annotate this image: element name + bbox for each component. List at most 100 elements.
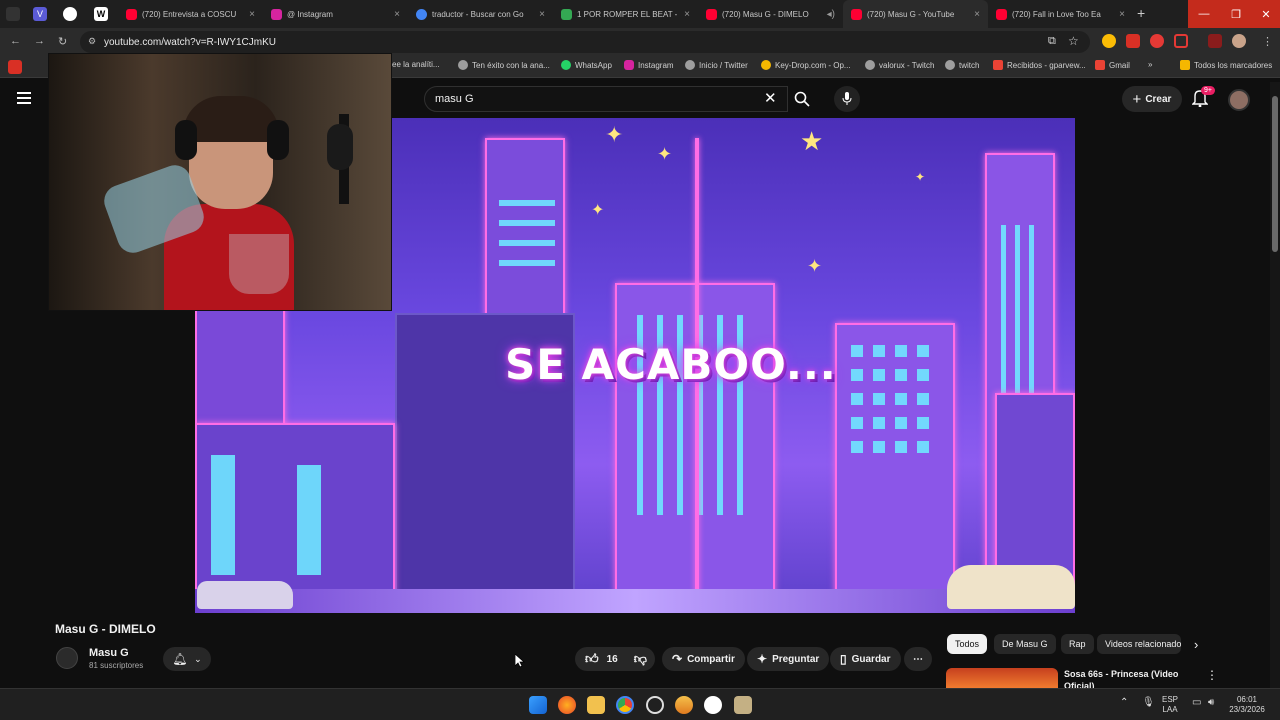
- address-bar[interactable]: ⚙ youtube.com/watch?v=R-IWY1CJmKU ⧉ ☆: [80, 31, 1090, 53]
- steam-icon[interactable]: [646, 696, 664, 714]
- close-window-button[interactable]: ✕: [1252, 0, 1280, 28]
- profile-avatar-icon[interactable]: [1232, 34, 1246, 48]
- extension-icon[interactable]: [1174, 34, 1188, 48]
- pinned-tab-w-icon[interactable]: W: [94, 7, 108, 21]
- channel-avatar[interactable]: [56, 647, 78, 669]
- media-player-icon[interactable]: [704, 696, 722, 714]
- tab-close-icon[interactable]: ×: [539, 9, 545, 20]
- thumbs-down-icon[interactable]: 👎︎: [634, 651, 647, 667]
- bookmarks-overflow-button[interactable]: »: [1148, 60, 1152, 69]
- share-button[interactable]: ↷ Compartir: [662, 647, 745, 671]
- audio-playing-icon[interactable]: ◂): [827, 9, 835, 20]
- notifications-button[interactable]: 9+: [1191, 86, 1215, 109]
- extension-icon[interactable]: [1150, 34, 1164, 48]
- tab-close-icon[interactable]: ×: [974, 9, 980, 20]
- apps-icon[interactable]: [8, 60, 22, 74]
- chip-todos[interactable]: Todos: [947, 634, 988, 654]
- back-arrow-icon[interactable]: ←: [10, 35, 21, 47]
- recommended-title[interactable]: Sosa 66s - Princesa (Video Oficial): [1064, 668, 1199, 688]
- chip-rap[interactable]: Rap: [1061, 634, 1094, 654]
- tab-1[interactable]: @ Instagram ×: [263, 0, 408, 28]
- voice-search-button[interactable]: [834, 86, 860, 112]
- language-indicator[interactable]: ESP LAA: [1162, 695, 1178, 715]
- forward-arrow-icon[interactable]: →: [34, 35, 45, 47]
- car: [947, 565, 1075, 609]
- pinned-tab-v-icon[interactable]: V: [33, 7, 47, 21]
- youtube-favicon-icon: [706, 8, 717, 20]
- tray-overflow-icon[interactable]: ⌃: [1120, 698, 1128, 708]
- volume-icon[interactable]: 🔊︎: [1208, 698, 1214, 708]
- channel-name[interactable]: Masu G: [89, 647, 129, 659]
- save-button[interactable]: ▯ Guardar: [830, 647, 901, 671]
- extensions-puzzle-icon[interactable]: [1208, 34, 1222, 48]
- like-count[interactable]: 16: [607, 654, 618, 665]
- tab-close-icon[interactable]: ×: [394, 9, 400, 20]
- file-explorer-icon[interactable]: [587, 696, 605, 714]
- all-bookmarks-folder[interactable]: Todos los marcadores: [1180, 60, 1272, 70]
- chip-related[interactable]: Videos relacionados: [1097, 634, 1181, 654]
- video-title: Masu G - DIMELO: [55, 622, 156, 636]
- clear-search-icon[interactable]: ✕: [764, 89, 777, 107]
- url-text: youtube.com/watch?v=R-IWY1CJmKU: [104, 36, 277, 48]
- ask-button[interactable]: ✦ Preguntar: [747, 647, 830, 671]
- recommended-menu-icon[interactable]: ⋮: [1206, 668, 1218, 682]
- extension-icon[interactable]: [1102, 34, 1116, 48]
- tab-0[interactable]: (720) Entrevista a COSCU ×: [118, 0, 263, 28]
- bookmark-item[interactable]: Recibidos - gparvew...: [993, 60, 1086, 70]
- page-scrollbar[interactable]: [1270, 82, 1280, 688]
- chevron-down-icon: ⌄: [194, 653, 202, 664]
- tray-mic-icon[interactable]: 🎙︎: [1142, 698, 1155, 708]
- tab-4[interactable]: (720) Masu G - DIMELO ◂): [698, 0, 843, 28]
- tab-5-active[interactable]: (720) Masu G - YouTube ×: [843, 0, 988, 28]
- app-icon[interactable]: [675, 696, 693, 714]
- mouse-cursor-icon: [515, 654, 525, 668]
- cast-icon[interactable]: ⧉: [1048, 35, 1056, 48]
- hamburger-menu-icon[interactable]: [17, 92, 31, 104]
- tab-close-icon[interactable]: ×: [1119, 9, 1125, 20]
- menu-dots-icon[interactable]: ⋮: [1262, 35, 1273, 48]
- minimize-button[interactable]: —: [1188, 0, 1220, 28]
- clock[interactable]: 06:01 23/3/2026: [1226, 695, 1268, 715]
- gmail-icon: [993, 60, 1003, 70]
- scrollbar-thumb[interactable]: [1272, 96, 1278, 252]
- bookmark-item[interactable]: Ten éxito con la ana...: [458, 60, 550, 70]
- star-icon: ✦: [605, 122, 624, 147]
- chrome-icon[interactable]: [616, 696, 634, 714]
- bookmark-item[interactable]: ee la analíti...: [392, 60, 440, 69]
- maximize-button[interactable]: ❐: [1220, 0, 1252, 28]
- bookmark-item[interactable]: Instagram: [624, 60, 674, 70]
- tab-search-icon[interactable]: [6, 7, 20, 21]
- bookmark-item[interactable]: WhatsApp: [561, 60, 612, 70]
- thumbs-up-icon[interactable]: 👍︎: [585, 651, 599, 667]
- create-button[interactable]: + Crear: [1122, 86, 1182, 112]
- chips-next-arrow-icon[interactable]: ›: [1194, 637, 1198, 652]
- subscribed-bell-button[interactable]: 🔔︎ ⌄: [163, 647, 211, 671]
- tab-3[interactable]: 1 POR ROMPER EL BEAT - ×: [553, 0, 698, 28]
- network-icon[interactable]: ▭: [1192, 698, 1201, 708]
- like-dislike-group: 👍︎ 16 👎︎: [575, 647, 655, 671]
- bookmark-item[interactable]: twitch: [945, 60, 979, 70]
- more-actions-button[interactable]: ⋯: [904, 647, 932, 671]
- bookmark-star-icon[interactable]: ☆: [1068, 34, 1079, 48]
- search-input[interactable]: masu G: [424, 86, 788, 112]
- pinned-tab-chatgpt-icon[interactable]: [63, 7, 77, 21]
- app-icon[interactable]: [734, 696, 752, 714]
- recommended-thumbnail[interactable]: [946, 668, 1058, 688]
- new-tab-button[interactable]: +: [1137, 5, 1145, 21]
- tab-2[interactable]: traductor - Buscar con Go ×: [408, 0, 553, 28]
- bookmark-item[interactable]: Inicio / Twitter: [685, 60, 748, 70]
- windows-start-icon[interactable]: [529, 696, 547, 714]
- bookmark-item[interactable]: valorux - Twitch: [865, 60, 934, 70]
- tab-6[interactable]: (720) Fall in Love Too Ea ×: [988, 0, 1133, 28]
- account-avatar[interactable]: [1228, 89, 1250, 111]
- tab-close-icon[interactable]: ×: [249, 9, 255, 20]
- bookmark-item[interactable]: Key-Drop.com - Op...: [761, 60, 851, 70]
- site-info-icon[interactable]: ⚙: [88, 36, 96, 47]
- tab-close-icon[interactable]: ×: [684, 9, 690, 20]
- chip-de-masu-g[interactable]: De Masu G: [994, 634, 1056, 654]
- search-button[interactable]: [788, 86, 816, 112]
- bookmark-item[interactable]: Gmail: [1095, 60, 1130, 70]
- firefox-icon[interactable]: [558, 696, 576, 714]
- reload-icon[interactable]: ↻: [58, 35, 67, 48]
- extension-icon[interactable]: [1126, 34, 1140, 48]
